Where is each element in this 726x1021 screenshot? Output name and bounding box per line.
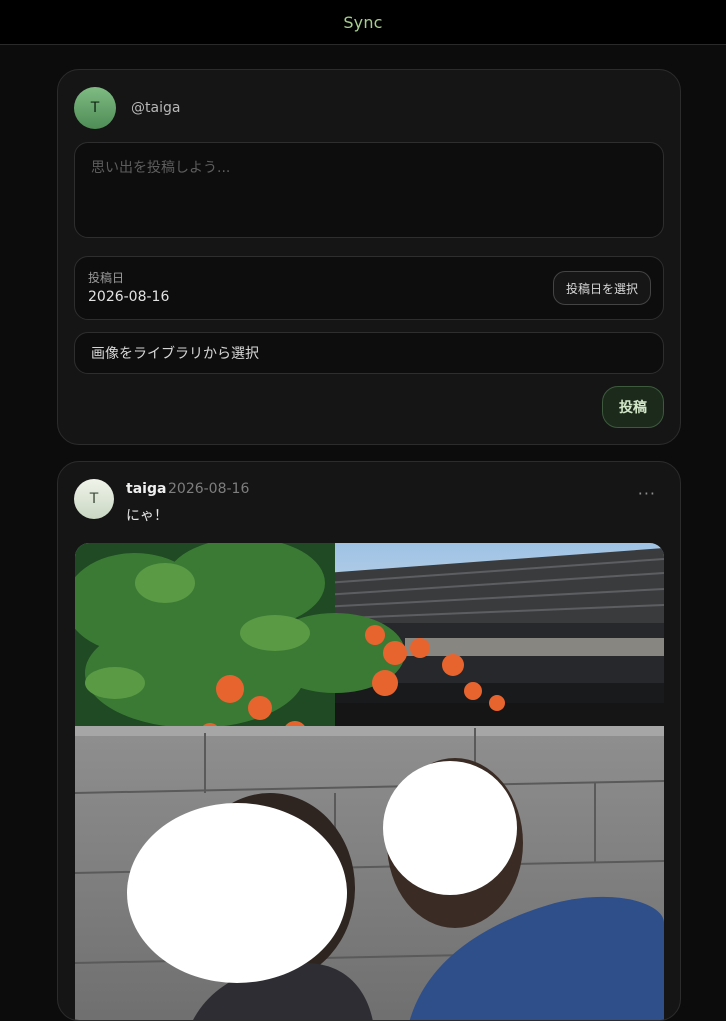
post-text-input[interactable]: 思い出を投稿しよう... (74, 142, 664, 238)
post-composer: T @taiga 思い出を投稿しよう... 投稿日 2026-08-16 投稿日… (57, 69, 681, 445)
post-text: にゃ！ (126, 508, 168, 524)
user-handle: @taiga (131, 100, 181, 116)
more-options-icon[interactable]: ··· (638, 484, 656, 503)
post-username[interactable]: taiga (126, 481, 166, 497)
app-title: Sync (343, 12, 383, 32)
post-date-value: 2026-08-16 (88, 289, 170, 305)
select-date-button[interactable]: 投稿日を選択 (552, 271, 651, 305)
avatar: T (74, 479, 114, 519)
top-bar: Sync (0, 0, 726, 45)
image-library-select-button[interactable]: 画像をライブラリから選択 (74, 332, 664, 374)
post-date: 2026-08-16 (168, 481, 250, 497)
post-photo[interactable] (75, 543, 664, 1020)
submit-post-button[interactable]: 投稿 (602, 386, 664, 428)
avatar: T (74, 87, 116, 129)
post-date-label: 投稿日 (88, 271, 125, 285)
post-date-field: 投稿日 2026-08-16 投稿日を選択 (74, 256, 664, 320)
post-card: T taiga 2026-08-16 にゃ！ ··· (57, 461, 681, 1021)
